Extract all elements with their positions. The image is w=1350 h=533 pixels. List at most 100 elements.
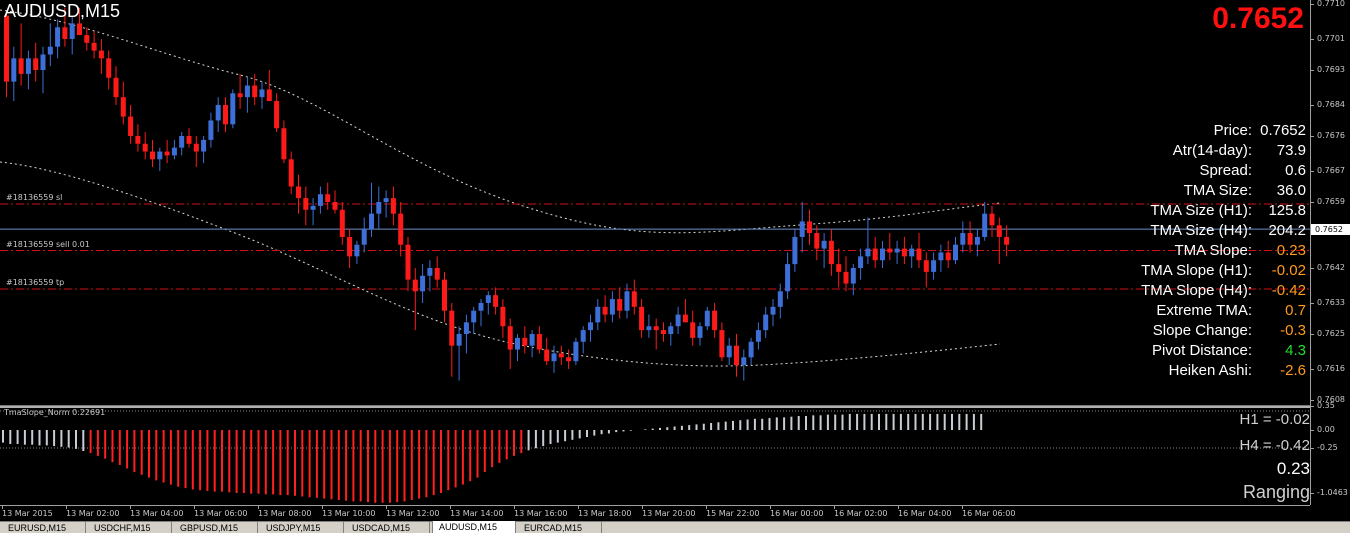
info-label: TMA Slope: [1174,241,1252,259]
info-label: Extreme TMA: [1156,301,1252,319]
candle [412,268,418,331]
candle [763,306,769,338]
candle [47,23,53,67]
candle-body [347,236,353,257]
candle [456,326,462,381]
candle [215,97,221,133]
candle-body [872,248,878,261]
candle-body [704,310,710,327]
market-state-label: Ranging [1242,482,1310,502]
info-value: 0.7652 [1260,121,1306,139]
candle [288,151,294,195]
h4-slope-label: H4 = -0.42 [1239,437,1310,454]
candle-body [974,236,980,245]
chart-tab[interactable]: USDCAD,M15 [346,522,430,533]
info-label: Atr(14-day): [1172,141,1252,159]
candle-body [850,268,856,284]
tma-slope-subwindow[interactable]: TmaSlope_Norm 0.22691 H1 = -0.02 H4 = -0… [0,408,1310,505]
candle-body [310,205,316,210]
candle-body [325,194,331,202]
candle-body [383,198,389,202]
candle-body [675,314,681,327]
chart-tab[interactable]: AUDUSD,M15 [432,521,516,533]
candle [639,299,645,338]
candle [274,93,280,133]
order-line-label: #18136559 sl [6,192,63,202]
info-row: TMA Slope: 0.23 [1006,240,1306,260]
candle-body [91,42,97,51]
candle-body [894,248,900,253]
candle [566,349,572,369]
time-tick-label: 16 Mar 06:00 [962,505,1016,518]
chart-tab[interactable]: GBPUSD,M15 [174,522,258,533]
main-chart[interactable]: AUDUSD,M15 0.7652 #18136559 sl #18136559 … [0,0,1310,405]
candle-body [566,357,572,362]
time-tick-label: 13 Mar 02:00 [66,505,120,518]
candle-body [25,58,31,74]
candle [843,256,849,292]
info-label: Slope Change: [1152,321,1252,339]
candle-body [471,310,477,323]
candle [960,221,966,253]
candle-body [836,264,842,272]
candle-body [828,240,834,265]
chart-tab[interactable]: EURUSD,M15 [2,522,86,533]
candle-body [821,240,827,249]
candle [303,186,309,226]
candle-body [332,202,338,210]
candle [296,174,301,214]
candle-body [485,295,491,303]
candle-body [259,89,265,98]
candle [186,128,192,148]
chart-tab-bar: EURUSD,M15 USDCHF,M15 GBPUSD,M15 USDJPY,M15… [0,521,1350,533]
candle-body [595,306,601,323]
candle [836,248,842,288]
current-price-tag: 0.7652 [1311,224,1350,236]
order-line-label: #18136559 tp [6,277,65,287]
candle-body [515,337,520,350]
candle-body [230,93,236,125]
candle [11,46,17,102]
candle [668,322,674,346]
symbol-title: AUDUSD,M15 [4,1,121,21]
candle [865,217,871,265]
time-axis[interactable]: 13 Mar 2015 13 Mar 02:00 13 Mar 04:00 13 Ma… [0,505,1310,521]
candle [339,202,345,245]
candle-body [120,97,126,117]
subwindow-indicator-label: TmaSlope_Norm 0.22691 [4,408,106,417]
candle [442,271,447,323]
candle [814,225,820,261]
candle [653,318,659,350]
candle [595,299,601,331]
candle [697,322,703,346]
candle [40,46,46,94]
candle [317,186,323,214]
candle [953,236,958,265]
candle [376,186,382,230]
candle-body [500,306,506,327]
candle [712,302,718,338]
info-label: Price: [1213,121,1252,139]
chart-tab[interactable]: EURCAD,M15 [518,522,602,533]
candle-body [493,295,499,307]
candle [208,112,214,148]
candle [967,221,973,253]
candle [982,202,988,241]
candle-body [69,23,75,39]
candle-body [193,143,199,152]
candle [850,264,856,296]
candle-body [427,268,433,276]
info-row: Heiken Ashi: -2.6 [1006,360,1306,380]
chart-tab[interactable]: USDCHF,M15 [88,522,172,533]
candle-body [179,136,185,148]
candle-body [865,248,871,257]
candle-body [777,291,783,307]
candle-body [303,198,309,210]
candle-body [580,330,586,342]
price-axis[interactable]: 0.7710 0.7701 0.7693 0.7684 0.7676 0.7667 0.76… [1310,0,1350,505]
chart-tab[interactable]: USDJPY,M15 [260,522,344,533]
candle-body [799,221,805,237]
candle-body [690,322,696,338]
info-row: TMA Size (H4): 204.2 [1006,220,1306,240]
info-label: TMA Size (H1): [1150,201,1252,219]
